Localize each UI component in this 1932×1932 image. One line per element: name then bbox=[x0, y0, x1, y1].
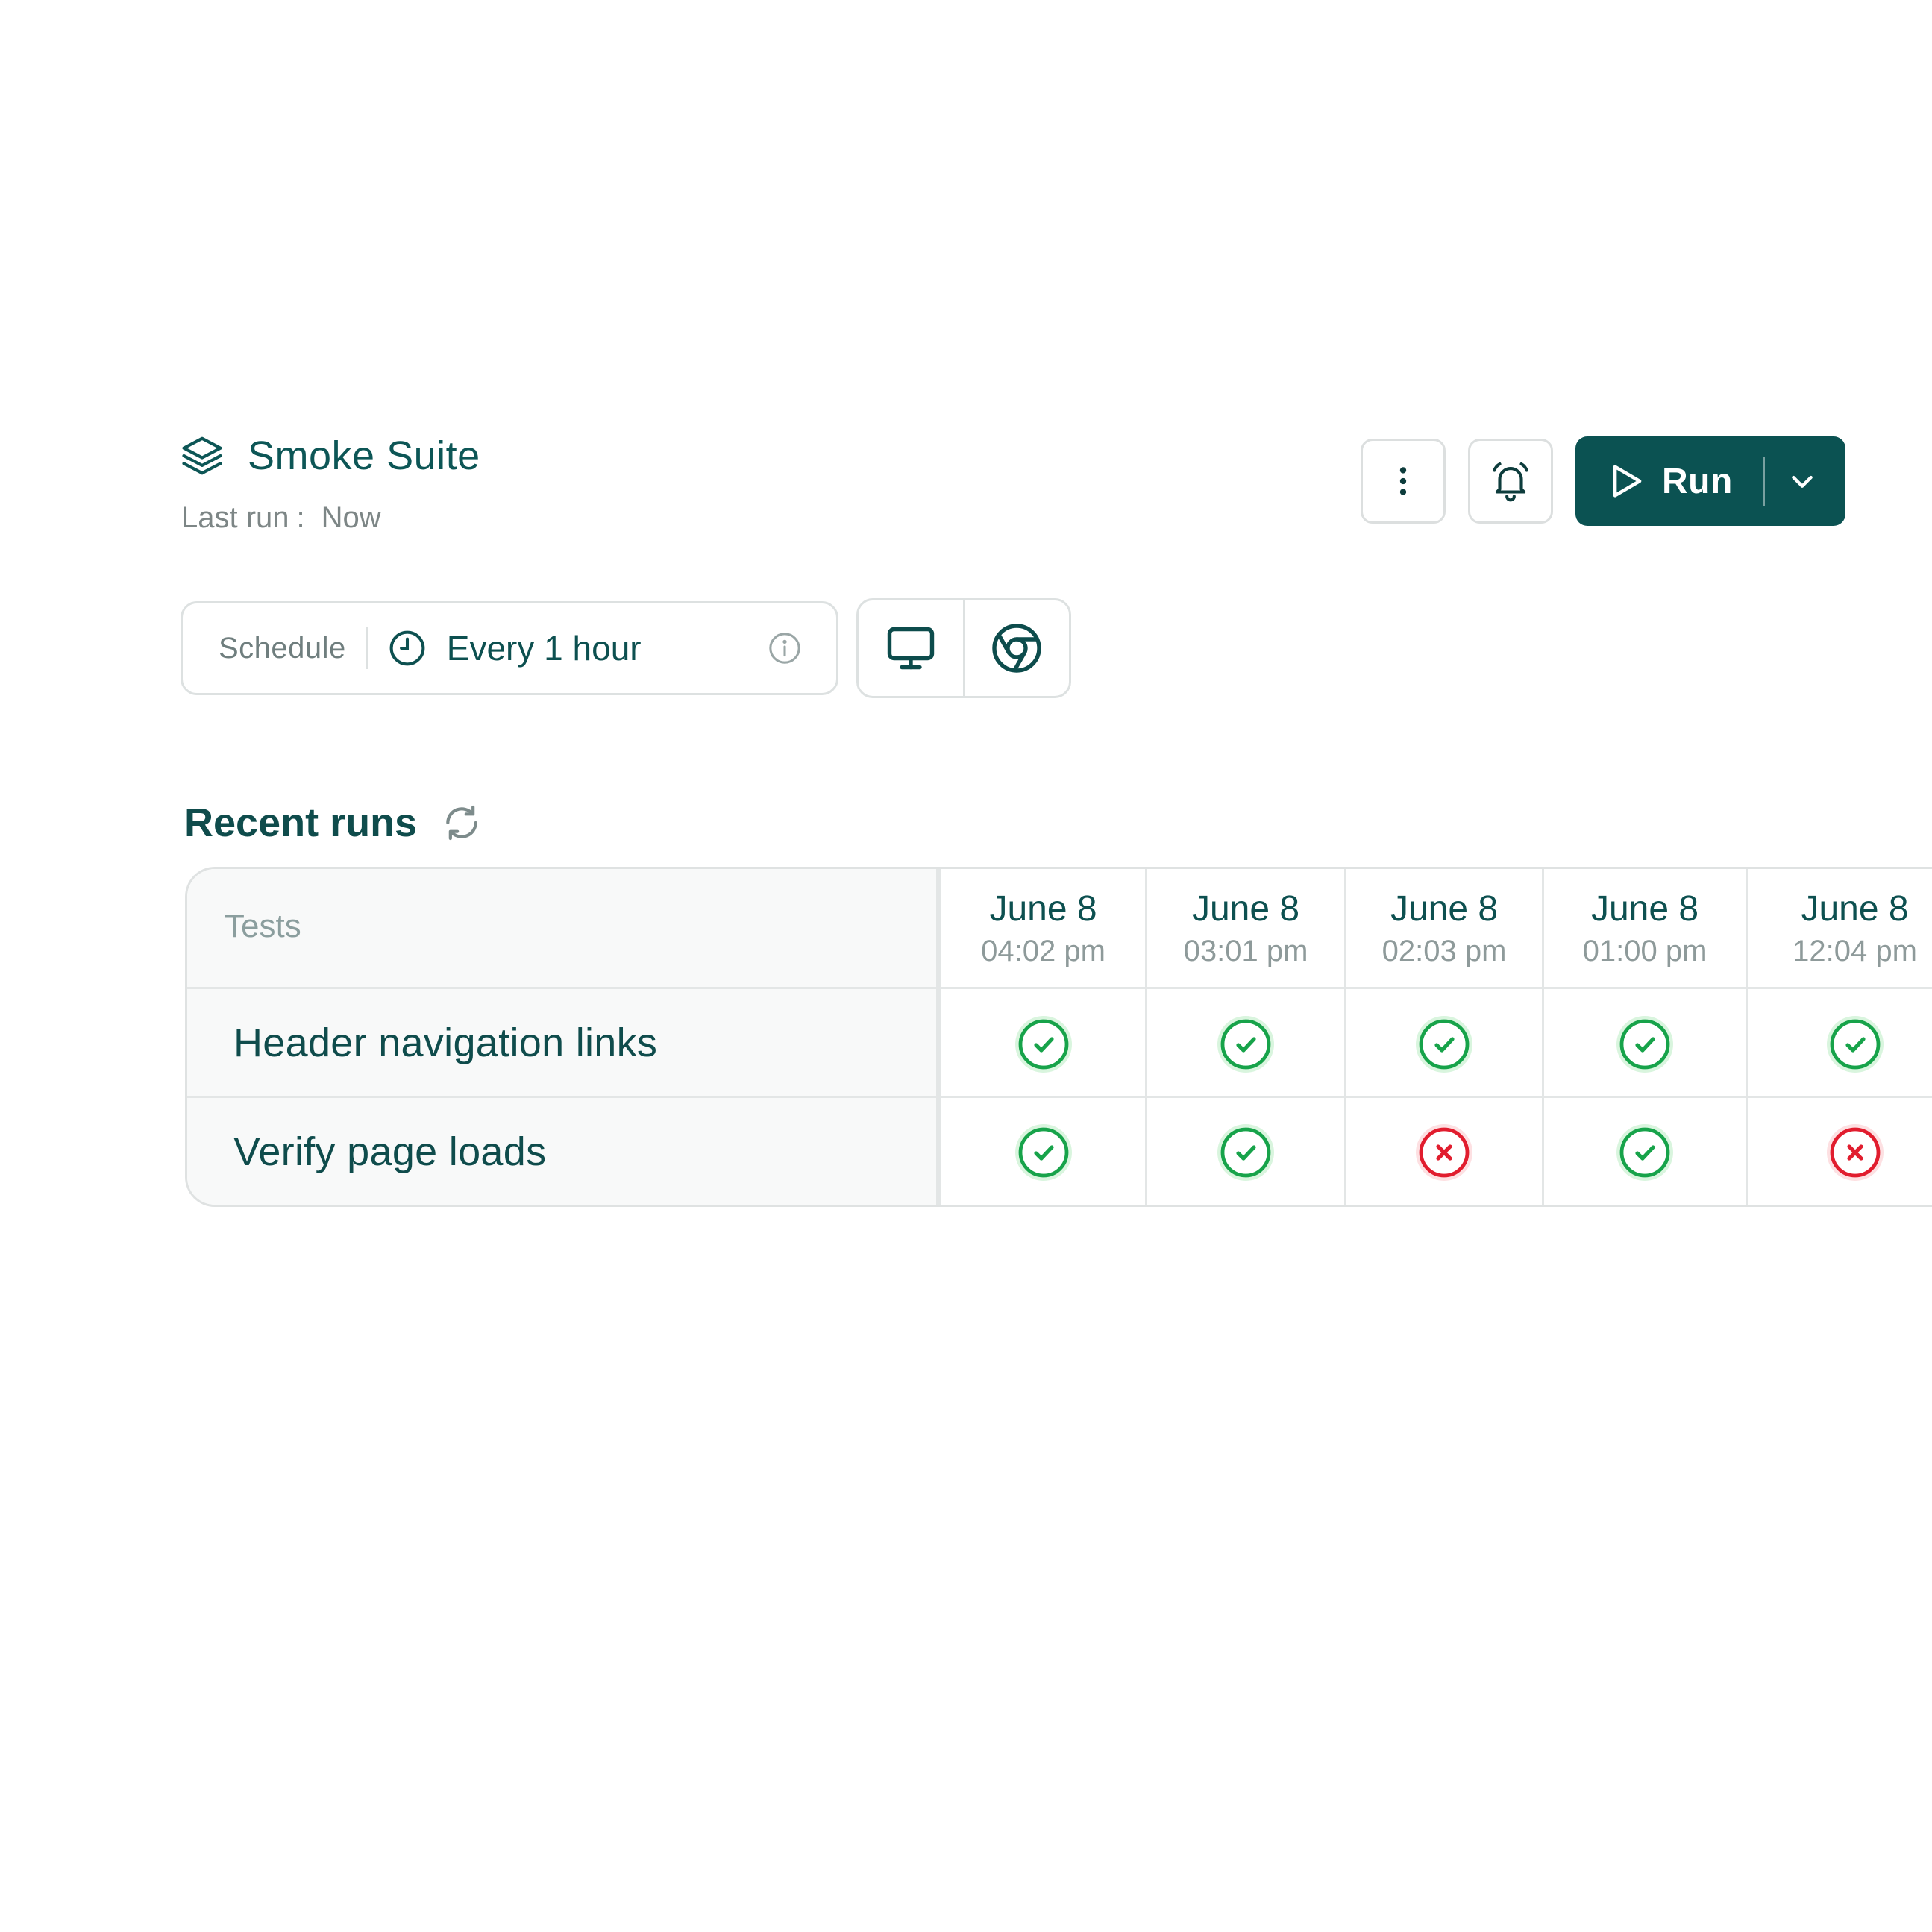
run-button[interactable]: Run bbox=[1575, 436, 1845, 526]
pass-status-icon[interactable] bbox=[1825, 1014, 1885, 1074]
layers-icon bbox=[182, 436, 222, 475]
run-column: June 8 03:01 pm bbox=[1145, 869, 1344, 1205]
run-time: 04:02 pm bbox=[981, 935, 1105, 967]
pass-status-icon[interactable] bbox=[1615, 1123, 1675, 1182]
chevron-down-icon[interactable] bbox=[1787, 466, 1817, 496]
run-time: 02:03 pm bbox=[1381, 935, 1507, 967]
pass-status-icon[interactable] bbox=[1414, 1014, 1474, 1074]
suite-title: Smoke Suite bbox=[248, 433, 480, 478]
environment-selector bbox=[856, 598, 1071, 698]
chrome-icon bbox=[992, 624, 1041, 673]
desktop-button[interactable] bbox=[859, 600, 963, 696]
run-column: June 8 04:02 pm bbox=[939, 869, 1145, 1205]
test-name[interactable]: Verify page loads bbox=[233, 1129, 546, 1175]
run-label: Run bbox=[1662, 461, 1733, 501]
tests-column: Tests Header navigation links Verify pag… bbox=[187, 869, 939, 1205]
pass-status-icon[interactable] bbox=[1615, 1014, 1675, 1074]
pass-status-icon[interactable] bbox=[1014, 1123, 1073, 1182]
fail-status-icon[interactable] bbox=[1825, 1123, 1885, 1182]
test-name[interactable]: Header navigation links bbox=[233, 1020, 657, 1066]
bell-ring-icon bbox=[1493, 462, 1528, 502]
run-time: 12:04 pm bbox=[1793, 935, 1917, 967]
recent-runs-title: Recent runs bbox=[184, 800, 418, 845]
page: Smoke Suite Last run: Now Run Schedule E… bbox=[0, 0, 1932, 1932]
recent-runs-table: Tests Header navigation links Verify pag… bbox=[185, 867, 1932, 1207]
recent-runs-header: Recent runs bbox=[184, 800, 483, 846]
header-actions: Run bbox=[1361, 436, 1845, 526]
run-date: June 8 bbox=[1801, 889, 1909, 929]
play-icon bbox=[1613, 465, 1642, 498]
last-run-separator: : bbox=[296, 501, 305, 534]
schedule-value: Every 1 hour bbox=[446, 629, 642, 668]
run-date: June 8 bbox=[1590, 889, 1699, 929]
info-icon[interactable] bbox=[768, 631, 802, 665]
run-date: June 8 bbox=[989, 889, 1097, 929]
alerts-button[interactable] bbox=[1468, 439, 1553, 524]
refresh-icon[interactable] bbox=[441, 802, 483, 844]
monitor-icon bbox=[887, 627, 934, 670]
run-date: June 8 bbox=[1390, 889, 1499, 929]
fail-status-icon[interactable] bbox=[1414, 1123, 1474, 1182]
run-column: June 8 02:03 pm bbox=[1344, 869, 1542, 1205]
more-vertical-icon bbox=[1399, 467, 1407, 495]
more-options-button[interactable] bbox=[1361, 439, 1446, 524]
pass-status-icon[interactable] bbox=[1014, 1014, 1073, 1074]
tests-column-header: Tests bbox=[225, 908, 301, 944]
last-run-value: Now bbox=[321, 501, 381, 534]
run-date: June 8 bbox=[1191, 889, 1300, 929]
run-divider bbox=[1762, 457, 1765, 506]
schedule-divider bbox=[365, 627, 368, 669]
browser-button[interactable] bbox=[962, 600, 1070, 696]
last-run-label: Last run bbox=[181, 501, 289, 534]
run-time: 01:00 pm bbox=[1582, 935, 1707, 967]
pass-status-icon[interactable] bbox=[1216, 1123, 1276, 1182]
schedule-selector[interactable]: Schedule Every 1 hour bbox=[181, 601, 838, 695]
suite-header: Smoke Suite bbox=[179, 433, 480, 479]
run-column: June 8 01:00 pm bbox=[1542, 869, 1746, 1205]
run-time: 03:01 pm bbox=[1183, 935, 1308, 967]
schedule-label: Schedule bbox=[219, 631, 346, 665]
clock-icon bbox=[389, 630, 425, 666]
last-run: Last run: Now bbox=[181, 501, 381, 535]
run-column: June 8 12:04 pm bbox=[1746, 869, 1932, 1205]
pass-status-icon[interactable] bbox=[1216, 1014, 1276, 1074]
